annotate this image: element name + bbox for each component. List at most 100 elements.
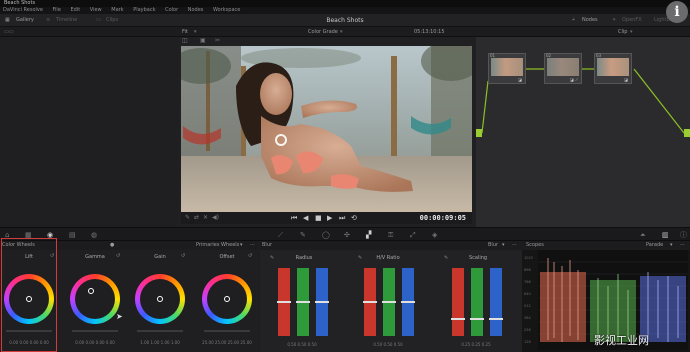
blur-icon[interactable]: ▞ — [366, 231, 371, 239]
hv-ratio-blue-bar[interactable] — [401, 268, 415, 336]
rgb-mixer-icon[interactable]: ▤ — [69, 231, 76, 239]
node-03[interactable]: 03 ◪ — [594, 53, 632, 84]
scopes-icon[interactable]: ▥ — [662, 231, 669, 239]
scopes-header: Scopes Parade ▾ ⋯ — [522, 241, 690, 250]
hv-ratio-red-bar[interactable] — [363, 268, 377, 336]
menu-file[interactable]: File — [53, 7, 61, 13]
menu-workspace[interactable]: Workspace — [213, 7, 240, 13]
mark-icon[interactable]: ✕ — [203, 214, 208, 221]
keyframes-icon[interactable]: ⏶ — [640, 231, 646, 239]
window-title-bar: Beach Shots — [0, 0, 690, 7]
viewer-image — [181, 46, 472, 212]
hv-ratio-label: H/V Ratio — [376, 255, 400, 261]
scopes-title: Scopes — [526, 242, 544, 248]
wipe-icon[interactable]: ▣ — [200, 37, 206, 44]
scaling-green-bar[interactable] — [470, 268, 484, 336]
menu-bar: DaVinci Resolve File Edit View Mark Play… — [0, 7, 690, 14]
motion-effects-icon[interactable]: ◍ — [91, 231, 97, 239]
gain-label: Gain — [154, 254, 166, 260]
qualifier-icon[interactable]: ✎ — [300, 231, 306, 239]
node-01[interactable]: 01 ◪ — [488, 53, 526, 84]
split-icon[interactable]: ⇄ — [194, 214, 199, 221]
offset-wheel-puck[interactable] — [224, 296, 230, 302]
go-last-icon[interactable]: ⏭ — [339, 214, 345, 223]
lift-wheel-puck[interactable] — [26, 296, 32, 302]
scope-scale: 1023 896 768 640 512 384 256 128 — [524, 256, 533, 344]
blur-panel: ✎ Radius 0.50 0.50 0.50 ✎ H/V Ratio 0.50… — [260, 250, 522, 352]
wheels-menu-icon[interactable]: ⋯ — [250, 241, 255, 250]
key-icon[interactable]: ⚿ — [388, 231, 393, 239]
menu-nodes[interactable]: Nodes — [188, 7, 204, 13]
nodes-icon[interactable]: ⑃ — [572, 14, 575, 27]
loop-icon[interactable]: ⟲ — [351, 214, 357, 222]
lift-highlight-box — [1, 238, 57, 352]
gamma-reset-icon[interactable]: ↺ — [116, 253, 120, 259]
node-status-icon: ◪ — [518, 77, 522, 82]
compare-icon[interactable]: ◫ — [182, 37, 188, 44]
tools-icon[interactable]: ✂ — [215, 37, 220, 44]
tracker-icon[interactable]: ✣ — [344, 231, 350, 239]
scaling-values: 0.25 0.25 0.25 — [461, 342, 491, 347]
radius-link-icon[interactable]: ✎ — [270, 255, 274, 261]
hv-ratio-values: 0.50 0.50 0.50 — [373, 342, 403, 347]
offset-reset-icon[interactable]: ↺ — [248, 253, 252, 259]
scaling-blue-bar[interactable] — [489, 268, 503, 336]
info-icon[interactable]: i — [666, 1, 688, 23]
clip-dropdown[interactable]: Clip — [618, 27, 627, 37]
gain-wheel-puck[interactable] — [157, 296, 163, 302]
menu-color[interactable]: Color — [165, 7, 178, 13]
node-02[interactable]: 02 ◪ ⟋ — [544, 53, 582, 84]
gain-master-slider[interactable] — [137, 330, 183, 332]
blur-mode-dropdown[interactable]: Blur — [488, 241, 498, 250]
gamma-wheel[interactable] — [70, 274, 120, 324]
node-thumbnail — [597, 58, 629, 76]
3d-icon[interactable]: ◈ — [432, 231, 437, 239]
play-icon[interactable]: ▶ — [327, 214, 332, 222]
offset-master-slider[interactable] — [204, 330, 250, 332]
hv-ratio-link-icon[interactable]: ✎ — [358, 255, 362, 261]
info-panel-icon[interactable]: ⓘ — [680, 231, 687, 239]
scopes-mode-dropdown[interactable]: Parade — [646, 241, 663, 250]
radius-blue-bar[interactable] — [315, 268, 329, 336]
nodes-button[interactable]: Nodes — [582, 14, 598, 27]
node-editor[interactable]: 01 ◪ 02 ◪ ⟋ 03 ◪ — [476, 37, 690, 227]
left-empty-panel — [0, 37, 178, 227]
layout-icon[interactable]: ▭▭ — [4, 27, 13, 37]
menu-mark[interactable]: Mark — [111, 7, 123, 13]
gain-reset-icon[interactable]: ↺ — [181, 253, 185, 259]
curves-icon[interactable]: ⟋ — [278, 231, 283, 239]
openfx-icon[interactable]: ✦ — [612, 14, 616, 27]
openfx-button[interactable]: OpenFX — [622, 14, 642, 27]
wheels-mode-dropdown[interactable]: Primaries Wheels — [196, 241, 239, 250]
blur-menu-icon[interactable]: ⋯ — [512, 241, 517, 250]
go-first-icon[interactable]: ⏮ — [291, 214, 297, 223]
top-timecode: 05:13:10:15 — [414, 29, 445, 35]
scaling-link-icon[interactable]: ✎ — [444, 255, 448, 261]
node-status-icon: ◪ — [624, 77, 628, 82]
transport-bar: ✎ ⇄ ✕ ◀) ⏮ ◀ ■ ▶ ⏭ ⟲ 00:00:09:05 — [181, 212, 472, 224]
clip-chevron-icon: ▾ — [630, 29, 633, 35]
viewer-header: ▭▭ Fit ▾ Color Grade ▾ 05:13:10:15 Clip … — [0, 27, 690, 37]
menu-playback[interactable]: Playback — [133, 7, 155, 13]
gain-values: 1.00 1.00 1.00 1.00 — [140, 340, 180, 345]
color-wheels-dot-icon: ● — [110, 242, 115, 248]
menu-davinci[interactable]: DaVinci Resolve — [3, 7, 43, 13]
scopes-menu-icon[interactable]: ⋯ — [680, 241, 685, 250]
reverse-icon[interactable]: ◀ — [303, 214, 308, 222]
hv-ratio-green-bar[interactable] — [382, 268, 396, 336]
window-icon[interactable]: ◯ — [322, 231, 330, 239]
radius-red-bar[interactable] — [277, 268, 291, 336]
color-grade-dropdown[interactable]: Color Grade — [308, 27, 338, 37]
menu-view[interactable]: View — [90, 7, 102, 13]
audio-icon[interactable]: ◀) — [212, 214, 219, 221]
sizing-icon[interactable]: ⤢ — [410, 231, 416, 239]
radius-green-bar[interactable] — [296, 268, 310, 336]
scaling-red-bar[interactable] — [451, 268, 465, 336]
menu-edit[interactable]: Edit — [71, 7, 81, 13]
gamma-master-slider[interactable] — [72, 330, 118, 332]
blur-title: Blur — [262, 242, 273, 248]
pen-icon[interactable]: ✎ — [185, 214, 190, 221]
fit-dropdown[interactable]: Fit — [182, 27, 188, 37]
gamma-wheel-puck[interactable] — [88, 288, 94, 294]
stop-icon[interactable]: ■ — [315, 214, 322, 222]
